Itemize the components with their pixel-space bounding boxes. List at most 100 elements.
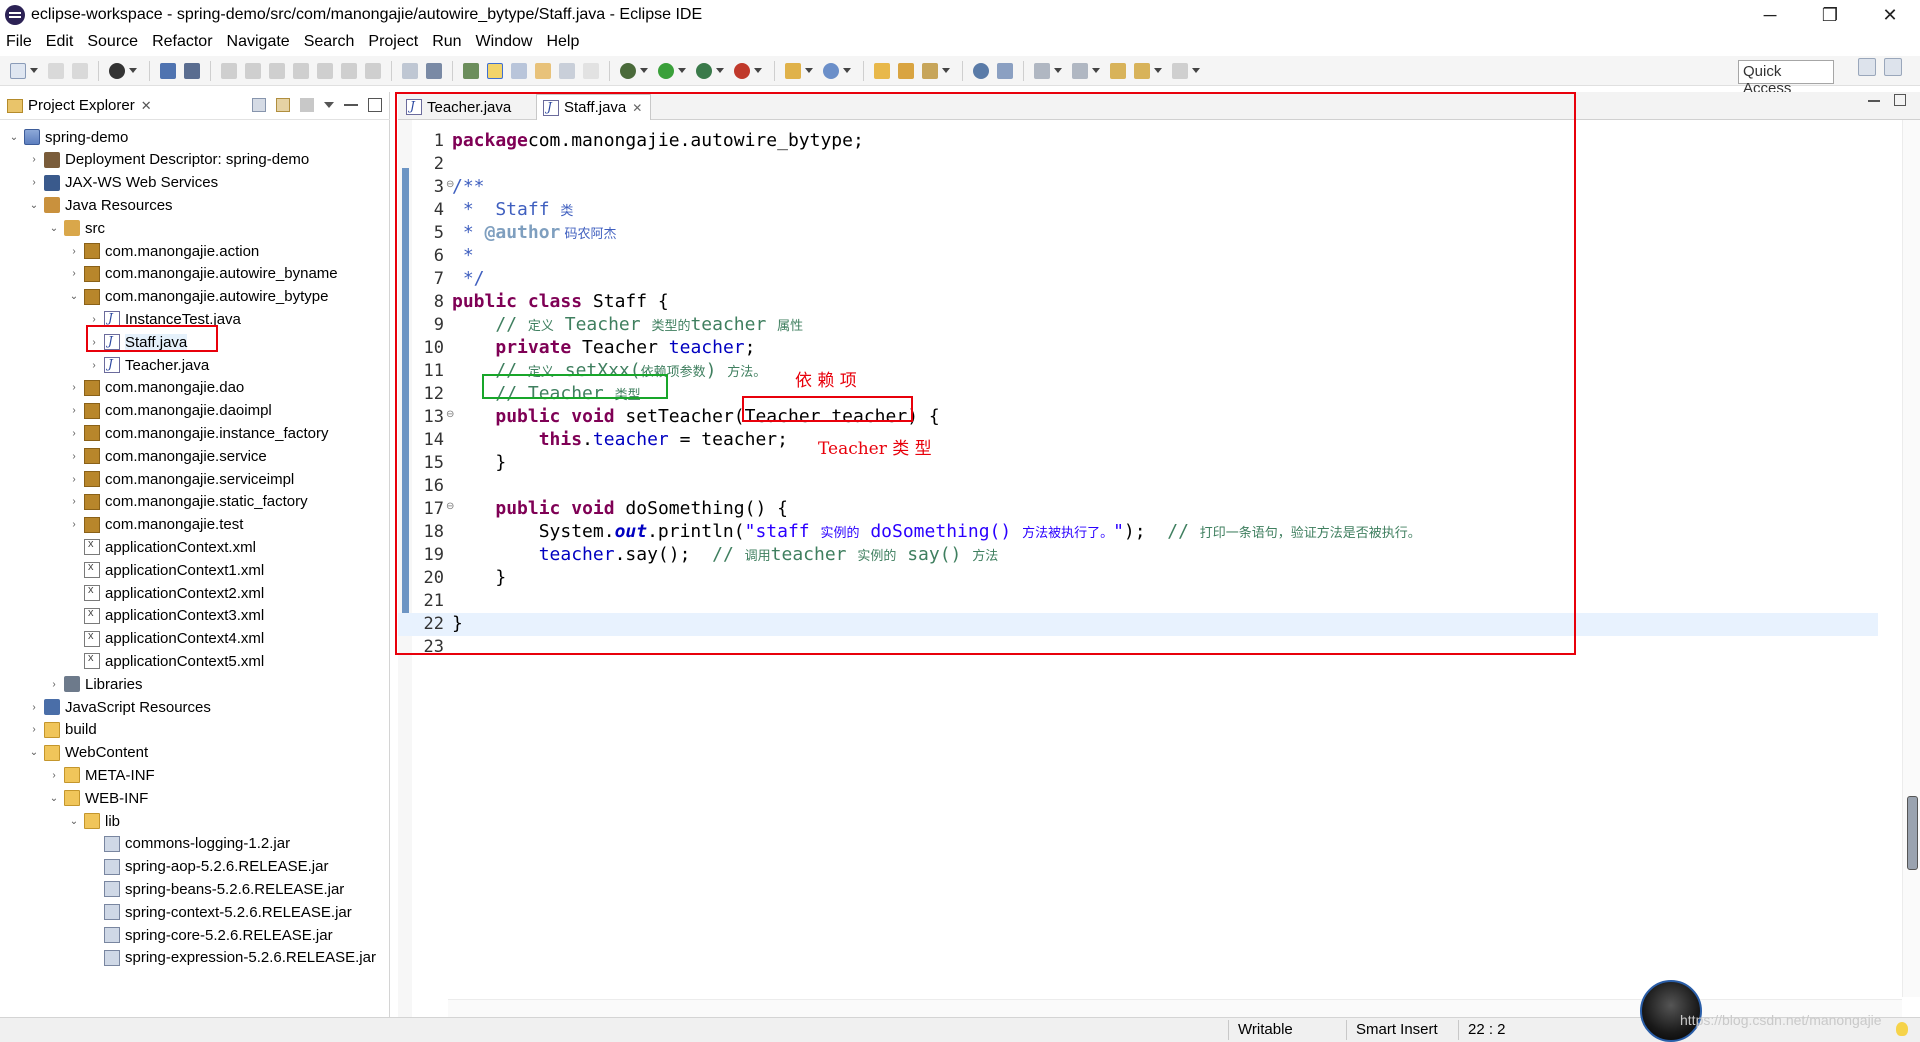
lightbulb-icon[interactable] — [1896, 1022, 1908, 1036]
tree-item[interactable]: ⌄ WebContent — [28, 742, 148, 764]
minimize-button[interactable]: ─ — [1740, 0, 1800, 30]
tree-item[interactable]: applicationContext2.xml — [68, 582, 264, 604]
chevron-right-icon[interactable]: › — [88, 313, 100, 325]
chevron-down-icon[interactable]: ⌄ — [28, 199, 40, 211]
tree-item[interactable]: applicationContext1.xml — [68, 559, 264, 581]
new-icon[interactable] — [10, 62, 26, 79]
tree-item[interactable]: ⌄ spring-demo — [8, 126, 129, 148]
project-explorer-title[interactable]: Project Explorer — [28, 97, 135, 114]
step-return-icon[interactable] — [365, 62, 381, 79]
tree-item[interactable]: ⌄ src — [48, 217, 105, 239]
console-icon[interactable] — [160, 62, 176, 79]
tree-item[interactable]: › com.manongajie.test — [68, 514, 243, 536]
collapse-all-icon[interactable] — [252, 98, 266, 112]
tree-item[interactable]: › Libraries — [48, 673, 142, 695]
minimize-view-icon[interactable] — [344, 98, 358, 106]
focus-icon[interactable] — [300, 98, 314, 112]
tree-item[interactable]: › Deployment Descriptor: spring-demo — [28, 149, 309, 171]
external-tools-dropdown-icon[interactable] — [754, 68, 762, 73]
tree-item[interactable]: spring-beans-5.2.6.RELEASE.jar — [88, 878, 344, 900]
restore-button[interactable]: ❐ — [1800, 0, 1860, 30]
tree-item[interactable]: commons-logging-1.2.jar — [88, 833, 290, 855]
chevron-right-icon[interactable]: › — [68, 245, 80, 257]
maximize-editor-icon[interactable] — [1894, 94, 1906, 106]
tree-item[interactable]: applicationContext4.xml — [68, 628, 264, 650]
drop-to-frame-icon[interactable] — [402, 62, 418, 79]
tree-item[interactable]: › Teacher.java — [88, 354, 209, 376]
chevron-down-icon[interactable]: ⌄ — [68, 815, 80, 827]
pilcrow-icon[interactable] — [583, 62, 599, 79]
tree-item[interactable]: spring-context-5.2.6.RELEASE.jar — [88, 901, 352, 923]
menu-run[interactable]: Run — [432, 33, 461, 51]
chevron-right-icon[interactable]: › — [48, 769, 60, 781]
tree-item[interactable]: ⌄ WEB-INF — [48, 787, 149, 809]
chevron-right-icon[interactable]: › — [68, 496, 80, 508]
chevron-right-icon[interactable]: › — [48, 678, 60, 690]
chevron-right-icon[interactable]: › — [68, 427, 80, 439]
build-icon[interactable] — [109, 62, 125, 79]
coverage-icon[interactable] — [696, 62, 712, 79]
last-edit-location-icon[interactable] — [1110, 62, 1126, 79]
link-with-editor-icon[interactable] — [276, 98, 290, 112]
chevron-right-icon[interactable]: › — [28, 154, 40, 166]
tree-item[interactable]: › com.manongajie.dao — [68, 377, 244, 399]
show-whitespace-icon[interactable] — [559, 62, 575, 79]
step-into-icon[interactable] — [317, 62, 333, 79]
tree-item[interactable]: › com.manongajie.instance_factory — [68, 422, 328, 444]
tree-item[interactable]: ⌄ com.manongajie.autowire_bytype — [68, 286, 329, 308]
tree-item[interactable]: › com.manongajie.serviceimpl — [68, 468, 294, 490]
menu-help[interactable]: Help — [546, 33, 579, 51]
external-tools-icon[interactable] — [734, 62, 750, 79]
open-perspective-icon[interactable] — [1858, 58, 1876, 76]
coverage-dropdown-icon[interactable] — [716, 68, 724, 73]
tree-item[interactable]: › com.manongajie.action — [68, 240, 259, 262]
tree-item[interactable]: applicationContext5.xml — [68, 650, 264, 672]
web-browser-icon[interactable] — [973, 62, 989, 79]
close-icon[interactable]: ✕ — [141, 98, 152, 114]
next-annotation-icon[interactable] — [1034, 62, 1050, 79]
suspend-icon[interactable] — [245, 62, 261, 79]
new-class-dropdown-icon[interactable] — [843, 68, 851, 73]
save-all-icon[interactable] — [72, 62, 88, 79]
close-window-button[interactable]: ✕ — [1860, 0, 1920, 30]
tree-item[interactable]: › META-INF — [48, 764, 154, 786]
java-ee-perspective-icon[interactable] — [1884, 58, 1902, 76]
chevron-right-icon[interactable]: › — [28, 177, 40, 189]
menu-source[interactable]: Source — [87, 33, 138, 51]
menu-file[interactable]: File — [6, 33, 32, 51]
block-selection-icon[interactable] — [511, 62, 527, 79]
menu-edit[interactable]: Edit — [46, 33, 74, 51]
tree-item[interactable]: applicationContext3.xml — [68, 605, 264, 627]
menu-navigate[interactable]: Navigate — [227, 33, 290, 51]
skip-breakpoints-icon[interactable] — [184, 62, 200, 79]
use-step-filters-icon[interactable] — [426, 62, 442, 79]
view-menu-icon[interactable] — [324, 102, 334, 108]
save-icon[interactable] — [48, 62, 64, 79]
minimize-editor-icon[interactable] — [1868, 94, 1880, 102]
chevron-right-icon[interactable]: › — [68, 268, 80, 280]
tree-item[interactable]: spring-aop-5.2.6.RELEASE.jar — [88, 856, 328, 878]
new-java-project-dropdown-icon[interactable] — [805, 68, 813, 73]
chevron-down-icon[interactable]: ⌄ — [48, 222, 60, 234]
new-dropdown-icon[interactable] — [30, 68, 38, 73]
tree-item[interactable]: › com.manongajie.service — [68, 445, 266, 467]
chevron-right-icon[interactable]: › — [68, 519, 80, 531]
debug-icon[interactable] — [620, 62, 636, 79]
search-icon[interactable] — [922, 62, 938, 79]
terminate-icon[interactable] — [269, 62, 285, 79]
run-icon[interactable] — [658, 62, 674, 79]
menu-search[interactable]: Search — [304, 33, 355, 51]
chevron-right-icon[interactable]: › — [68, 473, 80, 485]
tree-item[interactable]: › JavaScript Resources — [28, 696, 211, 718]
debug-dropdown-icon[interactable] — [640, 68, 648, 73]
tree-item[interactable]: › com.manongajie.static_factory — [68, 491, 307, 513]
run-dropdown-icon[interactable] — [678, 68, 686, 73]
toggle-mark-occurrences-icon[interactable] — [463, 62, 479, 79]
open-type-hierarchy-icon[interactable] — [874, 62, 890, 79]
chevron-down-icon[interactable]: ⌄ — [68, 291, 80, 303]
forward-dropdown-icon[interactable] — [1192, 68, 1200, 73]
chevron-down-icon[interactable]: ⌄ — [48, 792, 60, 804]
tree-item[interactable]: › JAX-WS Web Services — [28, 172, 218, 194]
server-icon[interactable] — [997, 62, 1013, 79]
tree-item[interactable]: › com.manongajie.daoimpl — [68, 400, 271, 422]
